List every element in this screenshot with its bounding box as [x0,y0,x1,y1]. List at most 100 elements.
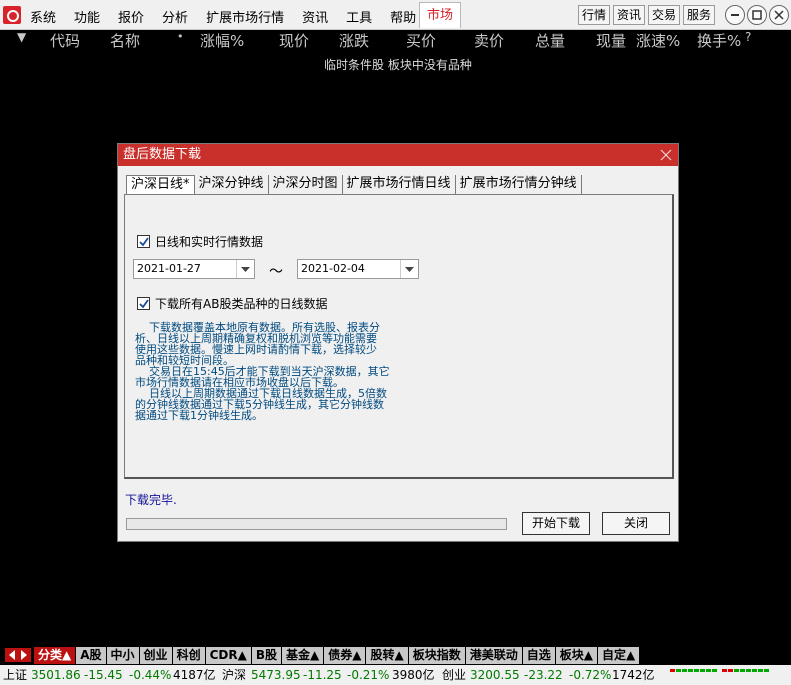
index-ticker: 上证 3501.86 -15.45 -0.44% 4187亿 沪深 5473.9… [0,665,791,685]
service-button[interactable]: 服务 [683,5,716,25]
cat-tab-sme[interactable]: 中小 [105,647,139,664]
cat-tab-sector-index[interactable]: 板块指数 [407,647,465,664]
cat-tab-a-share[interactable]: A股 [75,647,106,664]
date-to-value: 2021-02-04 [301,262,365,275]
dialog-tabs: 沪深日线* 沪深分钟线 沪深分时图 扩展市场行情日线 扩展市场行情分钟线 [126,175,582,195]
daily-data-checkbox[interactable] [137,235,150,248]
menu-item-tools[interactable]: 工具 [346,7,372,26]
download-dialog: 盘后数据下载 沪深日线* 沪深分钟线 沪深分时图 扩展市场行情日线 扩展市场行情… [117,143,679,542]
chevron-down-icon[interactable] [236,260,254,278]
maximize-icon[interactable] [747,5,767,25]
category-tab-bar: 分类▲ A股 中小 创业 科创 CDR▲ B股 基金▲ 债券▲ 股转▲ 板块指数… [0,647,791,664]
info-line: 据通过下载1分钟线生成。 [135,409,263,422]
close-icon[interactable] [769,5,789,25]
minimize-icon[interactable] [725,5,745,25]
trade-button[interactable]: 交易 [648,5,681,25]
cat-tab-hk-us-link[interactable]: 港美联动 [464,647,522,664]
tab-sh-sz-minute[interactable]: 沪深分钟线 [195,175,269,195]
dot-icon: • [177,30,184,43]
cy-index-pct: -0.72% [569,668,612,682]
tab-scroll-arrows-icon[interactable] [5,648,31,662]
tab-sh-sz-daily[interactable]: 沪深日线* [126,175,195,195]
cat-tab-fund[interactable]: 基金▲ [280,647,324,664]
sh-index-pct: -0.44% [129,668,172,682]
cat-tab-classify[interactable]: 分类▲ [33,647,76,664]
column-volume[interactable]: 总量 [535,30,565,51]
sz-index-value: 5473.95 [251,668,301,682]
cy-index-value: 3200.55 [470,668,520,682]
dialog-close-icon[interactable] [660,149,672,161]
sh-index-name[interactable]: 上证 [3,665,27,685]
dialog-title: 盘后数据下载 [123,147,202,162]
menu-item-quote[interactable]: 报价 [118,7,144,26]
window-controls [725,5,789,25]
cat-tab-chinext[interactable]: 创业 [138,647,172,664]
quotes-button[interactable]: 行情 [578,5,611,25]
menu-item-extended-market[interactable]: 扩展市场行情 [206,7,284,26]
all-ab-option[interactable]: 下载所有AB股类品种的日线数据 [137,295,327,312]
cat-tab-star[interactable]: 科创 [171,647,205,664]
cat-tab-sector[interactable]: 板块▲ [554,647,597,664]
cat-tab-custom[interactable]: 自定▲ [596,647,640,664]
download-progress-bar [126,518,507,530]
cat-tab-bond[interactable]: 债券▲ [323,647,366,664]
sh-index-amount: 4187亿 [173,668,216,682]
menu-item-system[interactable]: 系统 [30,7,56,26]
menu-bar: 系统 功能 报价 分析 扩展市场行情 资讯 工具 帮助 市场 行情 资讯 交易 … [0,0,791,30]
menu-item-help[interactable]: 帮助 [390,7,416,26]
close-dialog-button[interactable]: 关闭 [602,512,670,535]
download-status: 下载完毕. [125,493,177,507]
cat-tab-cdr[interactable]: CDR▲ [204,647,251,664]
column-change-pct[interactable]: 涨幅% [200,30,244,51]
tab-panel: 日线和实时行情数据 2021-01-27 ～ 2021-02-04 下载所有AB… [124,194,674,479]
all-ab-label: 下载所有AB股类品种的日线数据 [155,297,328,311]
category-tabs: 分类▲ A股 中小 创业 科创 CDR▲ B股 基金▲ 债券▲ 股转▲ 板块指数… [33,647,640,664]
sz-index-pct: -0.21% [347,668,390,682]
column-price[interactable]: 现价 [279,30,309,51]
column-name[interactable]: 名称 [110,30,140,51]
quote-table-header: ▼ 代码 名称 • 涨幅% 现价 涨跌 买价 卖价 总量 现量 涨速% 换手% … [0,30,791,51]
column-speed[interactable]: 涨速% [636,30,680,51]
cat-tab-b-share[interactable]: B股 [250,647,281,664]
column-ask[interactable]: 卖价 [474,30,504,51]
cat-tab-watchlist[interactable]: 自选 [521,647,555,664]
tab-ext-daily[interactable]: 扩展市场行情日线 [343,175,456,195]
app-logo-icon [3,6,21,24]
column-code[interactable]: 代码 [50,30,80,51]
column-last-volume[interactable]: 现量 [596,30,626,51]
daily-data-label: 日线和实时行情数据 [155,235,264,249]
column-change[interactable]: 涨跌 [339,30,369,51]
sh-index-value: 3501.86 [31,668,81,682]
date-to-picker[interactable]: 2021-02-04 [297,259,419,279]
market-tab[interactable]: 市场 [419,2,461,28]
cy-index-name[interactable]: 创业 [442,665,466,685]
date-range-separator: ～ [269,264,283,280]
news-button[interactable]: 资讯 [613,5,646,25]
column-bid[interactable]: 买价 [406,30,436,51]
sz-index-name[interactable]: 沪深 [222,665,246,685]
quick-buttons: 行情 资讯 交易 服务 [578,5,716,25]
tab-ext-minute[interactable]: 扩展市场行情分钟线 [456,175,582,195]
tab-sh-sz-intraday[interactable]: 沪深分时图 [269,175,343,195]
menu-item-news[interactable]: 资讯 [302,7,328,26]
start-download-button[interactable]: 开始下载 [522,512,590,535]
sz-index-change: -11.25 [303,668,342,682]
menu-item-analysis[interactable]: 分析 [162,7,188,26]
market-breadth-sz-icon [722,669,769,672]
sort-arrow-icon[interactable]: ▼ [17,30,26,44]
help-mark[interactable]: ? [745,30,751,44]
cat-tab-neeq[interactable]: 股转▲ [365,647,408,664]
daily-data-option[interactable]: 日线和实时行情数据 [137,233,263,250]
date-from-picker[interactable]: 2021-01-27 [133,259,255,279]
menu-item-function[interactable]: 功能 [74,7,100,26]
cy-index-change: -23.22 [524,668,563,682]
sh-index-change: -15.45 [84,668,123,682]
all-ab-checkbox[interactable] [137,297,150,310]
market-breadth-sh-icon [670,669,717,672]
dialog-titlebar: 盘后数据下载 [118,144,678,166]
main-menu: 系统 功能 报价 分析 扩展市场行情 资讯 工具 帮助 [30,7,434,26]
sz-index-amount: 3980亿 [392,668,435,682]
column-turnover[interactable]: 换手% [697,30,741,51]
chevron-down-icon[interactable] [400,260,418,278]
cy-index-amount: 1742亿 [612,668,655,682]
